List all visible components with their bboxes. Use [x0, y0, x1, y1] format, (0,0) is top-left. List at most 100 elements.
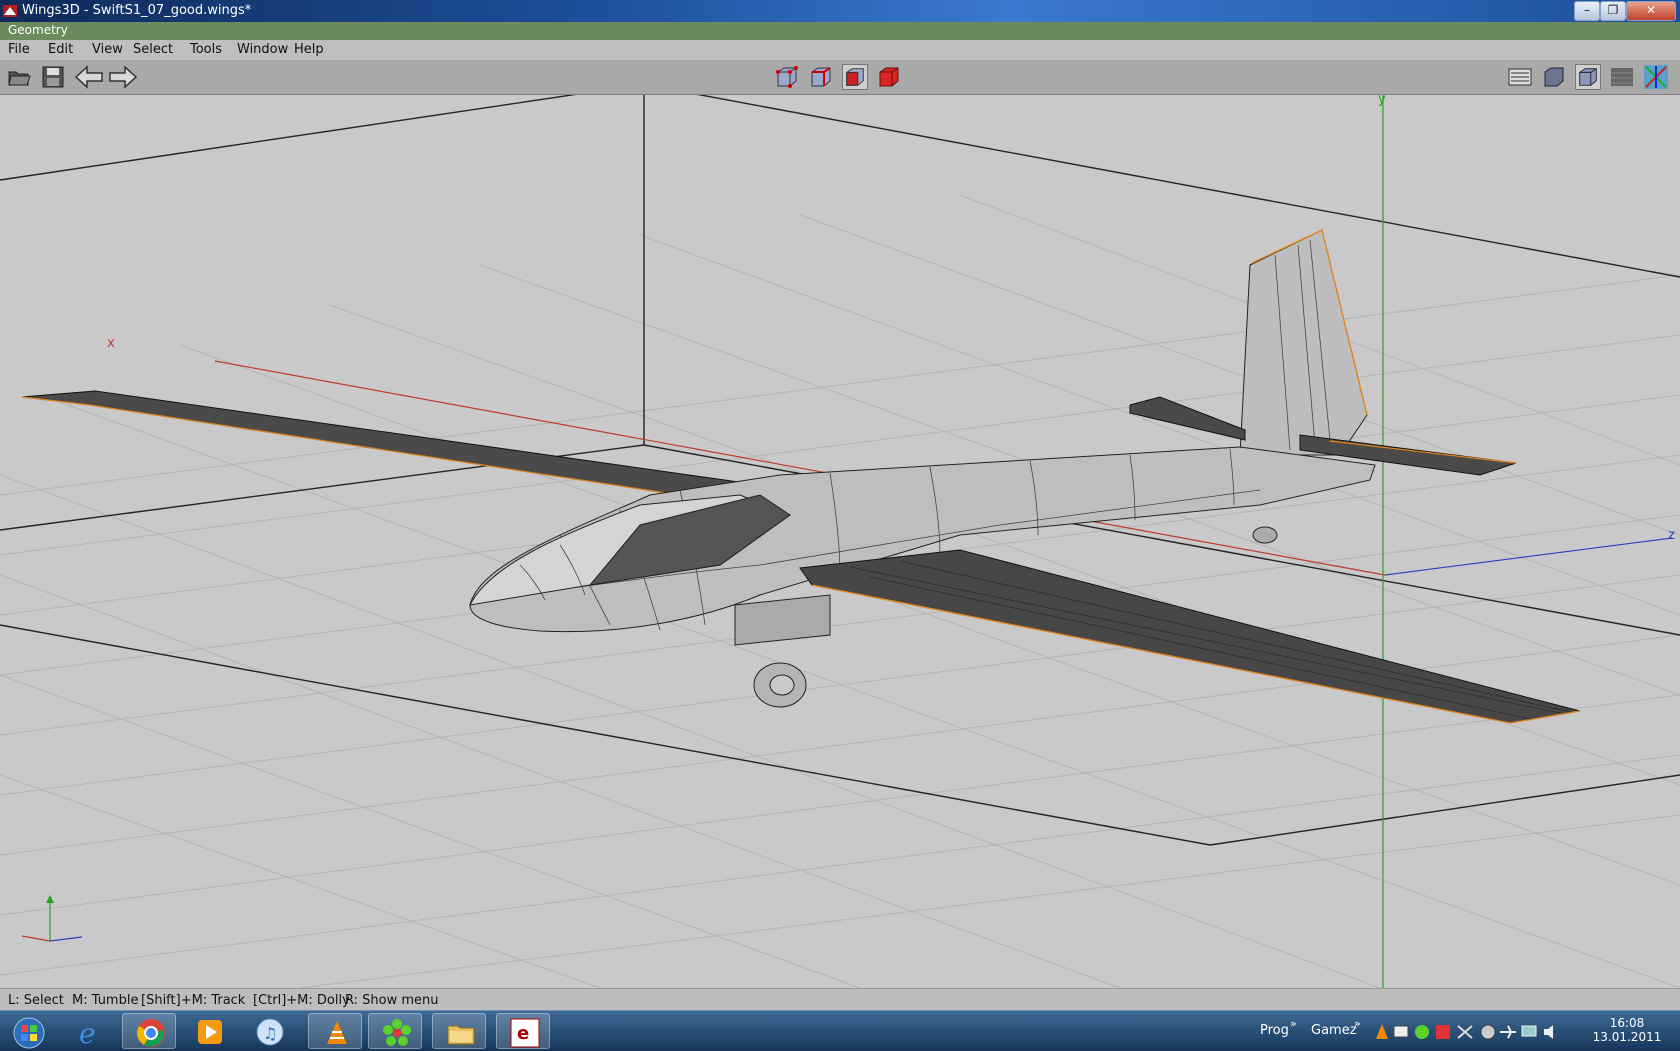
svg-text:e: e [517, 1023, 529, 1044]
flat-shading-icon [1579, 68, 1597, 86]
status-menu-hint: R: Show menu [345, 993, 439, 1008]
axes-toggle-button[interactable] [1643, 64, 1669, 90]
flat-shading-button[interactable] [1575, 64, 1601, 90]
itunes-icon: ♫ [256, 1018, 284, 1046]
svg-text:e: e [79, 1017, 96, 1047]
maximize-button[interactable]: ❐ [1600, 1, 1626, 21]
vertex-mode-button[interactable] [774, 64, 800, 90]
status-dolly-hint: [Ctrl]+M: Dolly [253, 993, 350, 1008]
redo-arrow-icon [109, 65, 138, 89]
windows-taskbar: e ♫ e Prog » Gamez » 16:08 13.01.2011 [0, 1010, 1680, 1051]
groundplane-toggle-icon [1508, 68, 1532, 86]
undo-arrow-icon [74, 65, 103, 89]
menu-view[interactable]: View [92, 42, 123, 57]
taskbar-internet-explorer[interactable]: e [62, 1013, 116, 1049]
geometry-viewport[interactable]: x y z [0, 95, 1680, 988]
menu-window[interactable]: Window [237, 42, 288, 57]
smooth-shading-icon [1544, 67, 1564, 87]
status-tumble-hint: M: Tumble [72, 993, 139, 1008]
internet-explorer-icon: e [79, 1017, 96, 1047]
taskbar-file-explorer[interactable] [432, 1013, 486, 1049]
system-tray-icons[interactable] [1374, 1023, 1604, 1041]
tail-wheel [1252, 526, 1278, 544]
taskbar-itunes[interactable]: ♫ [242, 1013, 296, 1049]
menu-help[interactable]: Help [294, 42, 324, 57]
menu-tools[interactable]: Tools [190, 42, 222, 57]
redo-button[interactable] [108, 64, 138, 90]
clock-time: 16:08 [1609, 1016, 1645, 1030]
toolbar-prog-chevron[interactable]: » [1290, 1017, 1297, 1030]
landing-gear-fairing [734, 594, 831, 646]
taskbar-vlc[interactable] [308, 1013, 362, 1049]
glider-model[interactable] [21, 229, 1581, 724]
icq-icon [383, 1019, 411, 1046]
left-wing [21, 390, 761, 506]
smooth-shading-button[interactable] [1541, 64, 1567, 90]
vertex-mode-icon [776, 66, 798, 88]
scene-canvas: x y z [0, 95, 1680, 988]
erlang-icon: e [510, 1018, 540, 1048]
wireframe-button[interactable] [1609, 64, 1635, 90]
open-file-icon [8, 71, 31, 86]
file-explorer-icon [447, 1025, 475, 1045]
save-icon [42, 66, 64, 88]
vlc-icon [327, 1021, 347, 1044]
open-file-button[interactable] [6, 64, 32, 90]
toolbar-gamez[interactable]: Gamez [1311, 1023, 1357, 1038]
title-bar: Wings3D - SwiftS1_07_good.wings* – ❐ ✕ [0, 0, 1680, 22]
media-player-icon [198, 1020, 222, 1044]
minimize-button[interactable]: – [1574, 1, 1600, 21]
start-button[interactable] [0, 1013, 56, 1049]
right-wing [799, 549, 1581, 724]
taskbar-chrome[interactable] [122, 1013, 176, 1049]
edge-mode-button[interactable] [808, 64, 834, 90]
z-axis-label: z [1668, 528, 1675, 543]
start-orb-icon [13, 1017, 45, 1049]
toolbar-prog[interactable]: Prog [1260, 1023, 1289, 1038]
geometry-label: Geometry [8, 23, 68, 37]
x-axis-label: x [107, 336, 115, 351]
tray-volume-icon [1544, 1025, 1553, 1039]
toolbar [0, 60, 1680, 95]
body-mode-button[interactable] [876, 64, 902, 90]
svg-text:♫: ♫ [263, 1024, 277, 1043]
close-button[interactable]: ✕ [1626, 1, 1676, 21]
tray-vlc-icon [1376, 1024, 1388, 1039]
ground-grid [0, 194, 1680, 988]
y-axis-label: y [1378, 95, 1386, 107]
tray-airplane-icon [1500, 1025, 1516, 1039]
taskbar-icq[interactable] [368, 1013, 422, 1049]
menu-select[interactable]: Select [133, 42, 173, 57]
face-mode-icon [846, 68, 864, 86]
tray-network-icon [1521, 1025, 1537, 1037]
geometry-window-header: Geometry [0, 22, 1680, 41]
groundplane-toggle-button[interactable] [1507, 64, 1533, 90]
status-bar: L: Select M: Tumble [Shift]+M: Track [Ct… [0, 988, 1680, 1011]
axes-toggle-icon [1644, 65, 1668, 89]
orientation-gizmo [21, 895, 83, 942]
wireframe-icon [1611, 68, 1633, 86]
face-mode-button[interactable] [842, 64, 868, 90]
menu-file[interactable]: File [8, 42, 30, 57]
tray-mail-icon [1393, 1025, 1409, 1038]
save-button[interactable] [40, 64, 66, 90]
taskbar-erlang[interactable]: e [496, 1013, 550, 1049]
status-track-hint: [Shift]+M: Track [141, 993, 246, 1008]
chrome-icon [137, 1019, 165, 1047]
menu-edit[interactable]: Edit [48, 42, 73, 57]
z-axis-line [1384, 537, 1673, 576]
tray-icq-icon [1415, 1025, 1429, 1039]
taskbar-clock[interactable]: 16:08 13.01.2011 [1592, 1016, 1662, 1044]
undo-button[interactable] [74, 64, 103, 90]
edge-mode-icon [811, 67, 831, 87]
clock-date: 13.01.2011 [1592, 1030, 1662, 1044]
tray-security-icon [1436, 1025, 1450, 1039]
tray-plugin-icon [1457, 1025, 1473, 1039]
taskbar-media-player[interactable] [182, 1013, 236, 1049]
toolbar-gamez-chevron[interactable]: » [1354, 1017, 1361, 1030]
left-horizontal-stabilizer [1129, 396, 1246, 441]
wings3d-app-icon [3, 5, 17, 17]
status-select-hint: L: Select [8, 993, 64, 1008]
tray-update-icon [1480, 1024, 1496, 1040]
window-title: Wings3D - SwiftS1_07_good.wings* [22, 3, 252, 18]
